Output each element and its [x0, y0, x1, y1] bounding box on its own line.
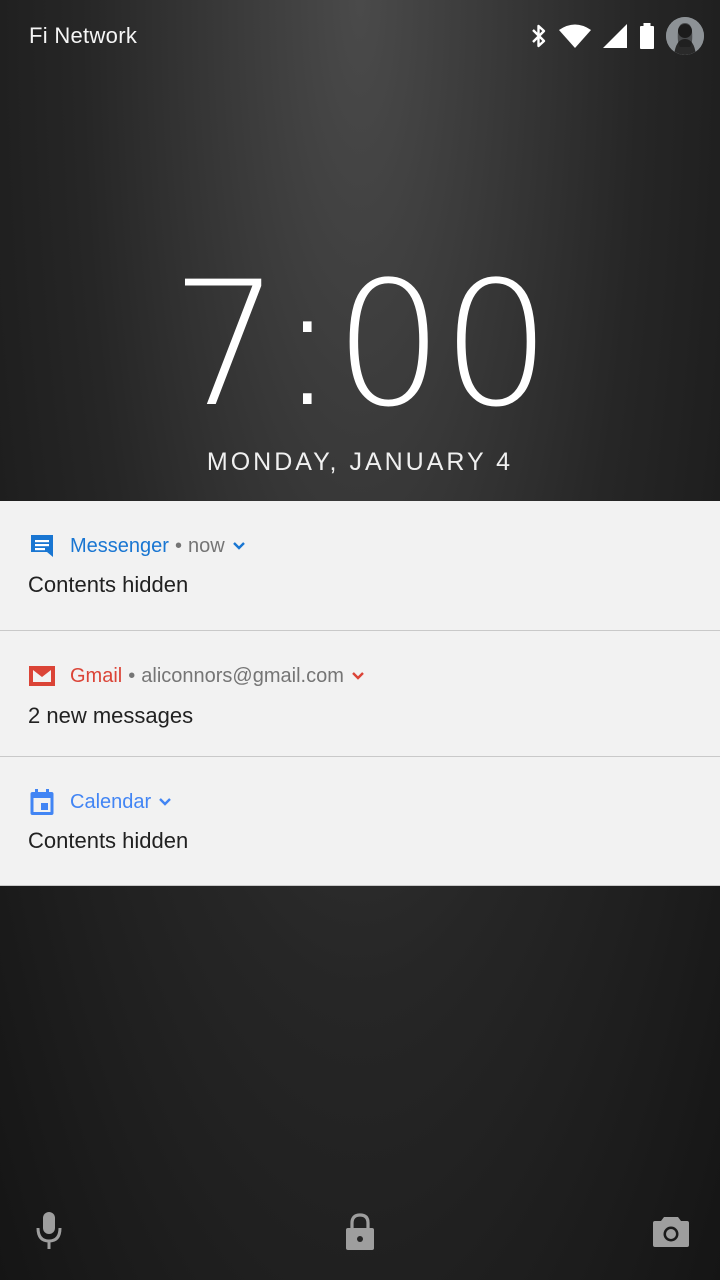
- notification-gmail[interactable]: Gmail • aliconnors@gmail.com 2 new messa…: [0, 631, 720, 757]
- notification-app-name: Messenger: [70, 534, 169, 557]
- notification-app-name: Gmail: [70, 664, 123, 687]
- notification-time: now: [187, 534, 225, 557]
- separator-dot: •: [128, 664, 136, 687]
- wifi-icon: [558, 23, 592, 49]
- gmail-icon: [28, 662, 56, 690]
- chevron-down-icon[interactable]: [231, 540, 247, 552]
- chevron-down-icon[interactable]: [350, 670, 366, 682]
- notification-header: Messenger • now: [28, 531, 247, 561]
- avatar[interactable]: [666, 17, 704, 55]
- notification-app-name: Calendar: [70, 790, 152, 813]
- battery-icon: [638, 22, 656, 50]
- notification-account: aliconnors@gmail.com: [141, 664, 344, 687]
- carrier-name: Fi Network: [29, 23, 138, 48]
- camera-icon[interactable]: [652, 1214, 690, 1253]
- notification-body: Contents hidden: [28, 572, 189, 597]
- notification-body: Contents hidden: [28, 828, 189, 853]
- messenger-icon: [28, 532, 56, 560]
- notification-header: Gmail • aliconnors@gmail.com: [28, 661, 366, 691]
- notification-calendar[interactable]: Calendar Contents hidden: [0, 757, 720, 886]
- calendar-icon: [28, 788, 56, 816]
- notification-header: Calendar: [28, 787, 173, 817]
- status-icons: [530, 14, 704, 58]
- notification-body: 2 new messages: [28, 703, 194, 728]
- chevron-down-icon[interactable]: [157, 796, 173, 808]
- signal-icon: [602, 23, 628, 49]
- separator-dot: •: [174, 534, 182, 557]
- clock-time: 7:00: [170, 244, 551, 445]
- bluetooth-icon: [530, 23, 548, 49]
- lock-icon[interactable]: [344, 1212, 376, 1257]
- status-bar: Fi Network: [0, 0, 720, 72]
- microphone-icon[interactable]: [35, 1210, 63, 1257]
- clock-date: MONDAY, JANUARY 4: [206, 448, 514, 476]
- notification-messenger[interactable]: Messenger • now Contents hidden: [0, 501, 720, 631]
